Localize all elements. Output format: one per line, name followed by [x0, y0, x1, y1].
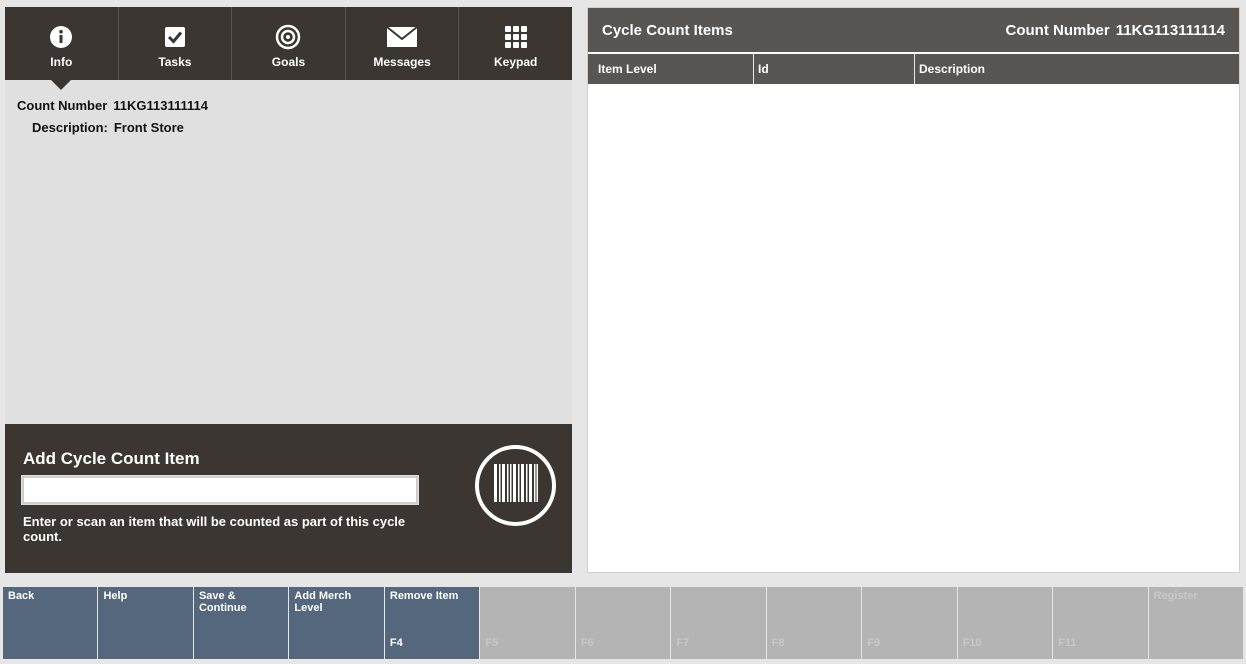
left-panel: Info Tasks Goals Messages Keypad Count N…: [5, 7, 572, 573]
items-panel-title: Cycle Count Items: [602, 22, 733, 39]
tab-messages-label: Messages: [373, 55, 431, 69]
tab-keypad-label: Keypad: [493, 55, 538, 69]
fkey-code: F4: [389, 637, 403, 649]
fkey-code: F11: [1058, 637, 1077, 649]
fkey-code: F10: [962, 637, 982, 649]
f11-button: F11: [1053, 587, 1148, 659]
f9-button: F9: [862, 587, 957, 659]
count-number-label: Count Number: [17, 98, 108, 113]
fkey-label: Help: [103, 590, 128, 602]
keypad-grid-icon: [504, 25, 527, 49]
barcode-icon: [493, 464, 538, 507]
register-button: Register: [1148, 587, 1244, 659]
save-and-continue-button[interactable]: Save & Continue: [193, 587, 289, 659]
description-value: Front Store: [113, 120, 184, 135]
top-navigation: Info Tasks Goals Messages Keypad: [5, 7, 572, 90]
fkey-label: Remove Item: [389, 590, 459, 602]
tab-goals[interactable]: Goals: [232, 7, 346, 80]
add-cycle-count-item-panel: Add Cycle Count Item Enter or scan an it…: [5, 424, 572, 573]
tab-tasks-label: Tasks: [158, 55, 192, 69]
fkey-code: F8: [771, 637, 785, 649]
items-count-number-value: 11KG113111114: [1115, 22, 1225, 39]
item-entry-input[interactable]: [21, 475, 419, 505]
items-table-body[interactable]: [588, 84, 1239, 572]
fkey-label: Register: [1153, 590, 1198, 602]
help-button[interactable]: Help: [98, 587, 193, 659]
tab-goals-label: Goals: [271, 55, 306, 69]
f5-button: F5: [480, 587, 575, 659]
description-label: Description:: [32, 120, 108, 135]
fkey-code: F5: [485, 637, 499, 649]
items-panel-count: Count Number 11KG113111114: [1006, 22, 1225, 39]
description-row: Description: Front Store: [17, 120, 208, 135]
envelope-icon: [386, 25, 418, 49]
fkey-label: Back: [8, 590, 35, 602]
column-header-description[interactable]: Description: [915, 54, 1239, 84]
info-icon: [49, 25, 73, 49]
items-count-number-label: Count Number: [1005, 22, 1110, 39]
add-item-hint: Enter or scan an item that will be count…: [23, 514, 406, 544]
back-button[interactable]: Back: [3, 587, 98, 659]
f7-button: F7: [671, 587, 766, 659]
f6-button: F6: [575, 587, 671, 659]
f10-button: F10: [957, 587, 1053, 659]
add-item-title: Add Cycle Count Item: [23, 449, 200, 468]
items-panel-header: Cycle Count Items Count Number 11KG113111…: [588, 8, 1239, 52]
count-number-value: 11KG113111114: [113, 98, 209, 113]
scan-barcode-button[interactable]: [475, 445, 556, 526]
tab-info[interactable]: Info: [5, 7, 119, 90]
add-merch-level-button[interactable]: Add Merch Level: [289, 587, 384, 659]
f8-button: F8: [766, 587, 862, 659]
function-key-bar: Back Help Save & Continue Add Merch Leve…: [3, 587, 1244, 659]
column-header-item-level[interactable]: Item Level: [588, 54, 754, 84]
tab-info-label: Info: [50, 55, 73, 69]
cycle-count-items-panel: Cycle Count Items Count Number 11KG113111…: [587, 7, 1240, 573]
fkey-label: Save & Continue: [198, 590, 247, 614]
tab-messages[interactable]: Messages: [346, 7, 460, 80]
checkbox-icon: [163, 25, 187, 49]
fkey-label: Add Merch Level: [294, 590, 352, 614]
tab-keypad[interactable]: Keypad: [459, 7, 572, 80]
count-info: Count Number 11KG113111114 Description: …: [17, 98, 208, 142]
items-table-header: Item Level Id Description: [588, 54, 1239, 84]
fkey-code: F7: [676, 637, 690, 649]
remove-item-button[interactable]: Remove Item F4: [384, 587, 480, 659]
count-number-row: Count Number 11KG113111114: [17, 98, 208, 113]
target-icon: [275, 24, 301, 50]
fkey-code: F6: [580, 637, 594, 649]
fkey-code: F9: [867, 637, 881, 649]
column-header-id[interactable]: Id: [754, 54, 915, 84]
tab-tasks[interactable]: Tasks: [119, 7, 233, 80]
